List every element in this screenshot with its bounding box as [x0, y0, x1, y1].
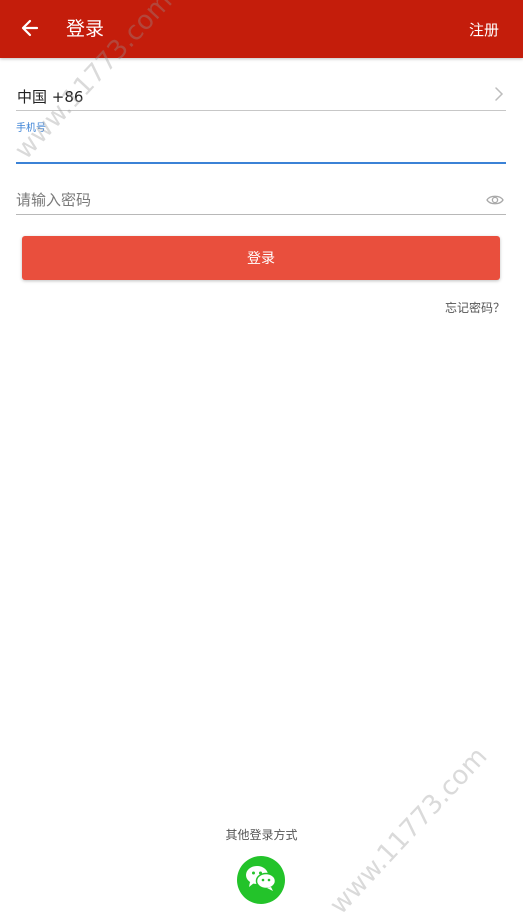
country-code-label: 中国 +86: [17, 88, 84, 106]
eye-icon[interactable]: [486, 192, 504, 211]
phone-field-label: 手机号: [16, 123, 46, 134]
arrow-left-icon: [20, 18, 40, 42]
password-field: [16, 186, 506, 215]
login-button[interactable]: 登录: [22, 236, 500, 280]
back-button[interactable]: [14, 14, 46, 46]
other-login-label: 其他登录方式: [225, 828, 298, 842]
wechat-icon: [245, 864, 277, 896]
chevron-right-icon: [494, 86, 504, 106]
app-bar: 登录 注册: [0, 0, 523, 58]
register-button[interactable]: 注册: [469, 20, 499, 40]
password-input[interactable]: [16, 189, 476, 211]
phone-input[interactable]: [16, 136, 506, 164]
login-screen: 登录 注册 中国 +86 手机号 登录 忘记密码？ 其他登录方式 www.117…: [0, 0, 523, 920]
wechat-login-button[interactable]: [237, 856, 285, 904]
page-title: 登录: [66, 18, 105, 40]
forgot-password-link[interactable]: 忘记密码？: [445, 299, 505, 316]
country-code-selector[interactable]: 中国 +86: [16, 82, 506, 111]
